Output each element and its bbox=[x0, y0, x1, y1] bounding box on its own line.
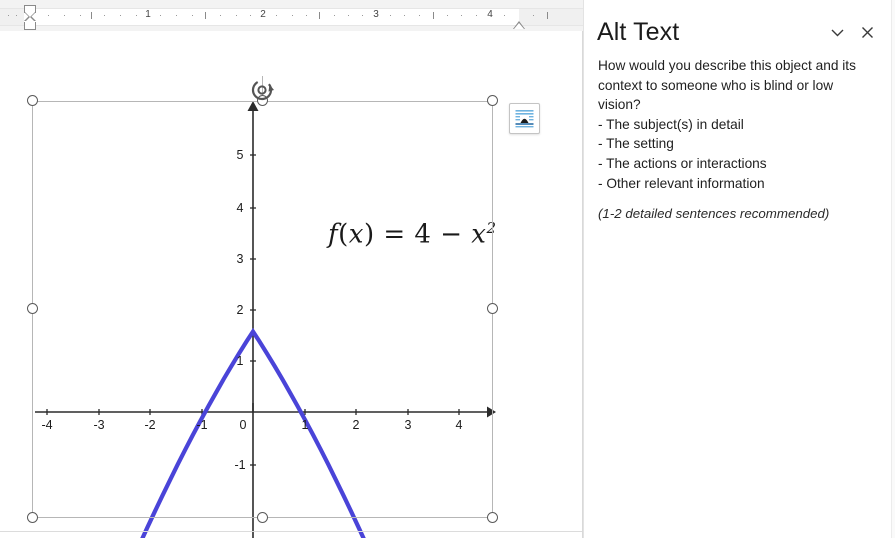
collapse-button[interactable] bbox=[822, 17, 852, 47]
ruler-tick bbox=[250, 15, 251, 16]
ruler-tick bbox=[104, 15, 105, 16]
ruler-tick bbox=[276, 15, 277, 16]
resize-handle-middle-right[interactable] bbox=[487, 303, 498, 314]
ruler-number: 4 bbox=[487, 9, 493, 20]
document-canvas[interactable]: f(x) = 4 − x2 -4 -3 -2 -1 0 1 2 3 4 5 4 … bbox=[0, 31, 583, 538]
pane-scrollbar[interactable] bbox=[891, 0, 895, 538]
word-document-window: 1 2 3 4 f(x) = 4 − x2 -4 -3 -2 -1 0 1 2 … bbox=[0, 0, 895, 538]
ruler-tick bbox=[48, 15, 49, 16]
close-icon bbox=[861, 26, 873, 38]
ruler-tick bbox=[8, 15, 9, 16]
pane-body: How would you describe this object and i… bbox=[598, 56, 870, 221]
ruler-tick bbox=[306, 15, 307, 16]
prompt-bullet: - Other relevant information bbox=[598, 175, 765, 191]
resize-handle-middle-left[interactable] bbox=[27, 303, 38, 314]
alt-text-prompt: How would you describe this object and i… bbox=[598, 56, 870, 193]
page-bottom-edge bbox=[0, 531, 582, 532]
ruler-tick bbox=[447, 15, 448, 16]
alt-text-pane: Alt Text How would you describe this obj… bbox=[583, 0, 895, 538]
horizontal-ruler[interactable]: 1 2 3 4 bbox=[0, 0, 583, 32]
alt-text-hint: (1-2 detailed sentences recommended) bbox=[598, 206, 830, 222]
resize-handle-bottom-left[interactable] bbox=[27, 512, 38, 523]
ruler-tick bbox=[348, 15, 349, 16]
selection-frame bbox=[32, 101, 493, 518]
ruler-tick bbox=[120, 15, 121, 16]
ruler-right-margin bbox=[519, 8, 583, 26]
rotate-handle[interactable] bbox=[248, 75, 278, 105]
ruler-tick bbox=[16, 15, 17, 16]
prompt-bullet: - The subject(s) in detail bbox=[598, 116, 744, 132]
ruler-tick bbox=[64, 15, 65, 16]
close-button[interactable] bbox=[852, 17, 882, 47]
resize-handle-top-left[interactable] bbox=[27, 95, 38, 106]
ruler-tick-half bbox=[547, 12, 548, 19]
ruler-tick-half bbox=[319, 12, 320, 19]
ruler-text-area bbox=[24, 8, 519, 26]
ruler-left-margin bbox=[0, 8, 24, 26]
ruler-tick bbox=[476, 15, 477, 16]
ruler-tick bbox=[419, 15, 420, 16]
chevron-down-icon bbox=[831, 29, 843, 36]
ruler-number: 3 bbox=[373, 9, 379, 20]
ruler-tick bbox=[504, 15, 505, 16]
resize-handle-bottom-right[interactable] bbox=[487, 512, 498, 523]
ruler-tick-half bbox=[205, 12, 206, 19]
ruler-tick bbox=[236, 15, 237, 16]
ruler-tick bbox=[334, 15, 335, 16]
ruler-tick bbox=[80, 15, 81, 16]
ruler-tick bbox=[176, 15, 177, 16]
ruler-tick bbox=[160, 15, 161, 16]
ruler-tick bbox=[404, 15, 405, 16]
layout-options-button[interactable] bbox=[509, 103, 540, 134]
prompt-bullet: - The setting bbox=[598, 136, 674, 152]
ruler-tick bbox=[390, 15, 391, 16]
right-indent-marker[interactable] bbox=[513, 21, 525, 29]
resize-handle-bottom-center[interactable] bbox=[257, 512, 268, 523]
ruler-tick bbox=[362, 15, 363, 16]
resize-handle-top-right[interactable] bbox=[487, 95, 498, 106]
prompt-intro: How would you describe this object and i… bbox=[598, 58, 856, 113]
ruler-tick bbox=[192, 15, 193, 16]
ruler-tick bbox=[533, 15, 534, 16]
first-line-indent-marker[interactable] bbox=[24, 5, 36, 18]
pane-header: Alt Text bbox=[597, 12, 882, 52]
layout-options-icon bbox=[515, 110, 534, 128]
page-title: Alt Text bbox=[597, 17, 680, 46]
ruler-tick bbox=[220, 15, 221, 16]
ruler-number: 2 bbox=[260, 9, 266, 20]
ruler-tick bbox=[461, 15, 462, 16]
prompt-bullet: - The actions or interactions bbox=[598, 155, 767, 171]
ruler-tick bbox=[292, 15, 293, 16]
ruler-tick bbox=[136, 15, 137, 16]
hanging-indent-marker[interactable] bbox=[24, 15, 36, 30]
ruler-number: 1 bbox=[145, 9, 151, 20]
ruler-tick-half bbox=[91, 12, 92, 19]
ruler-tick-half bbox=[433, 12, 434, 19]
